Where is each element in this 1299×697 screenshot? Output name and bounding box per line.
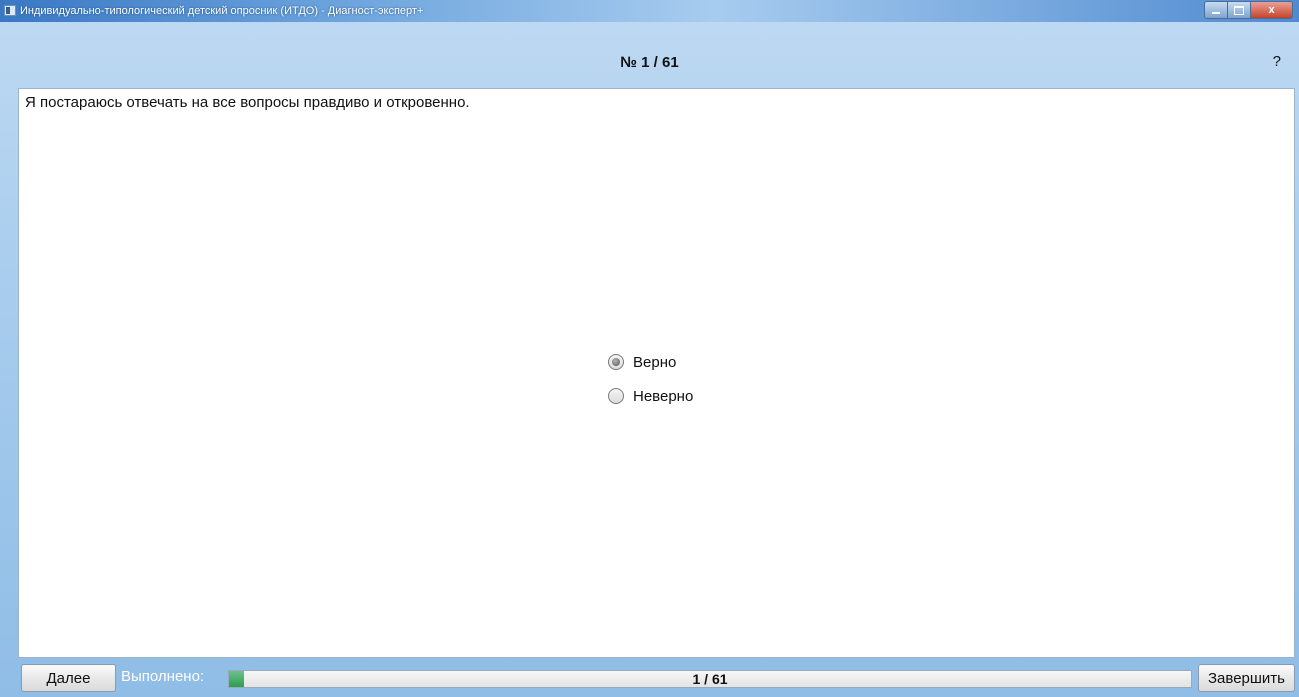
close-button[interactable]: x [1251,1,1293,19]
question-number: № 1 / 61 [620,54,679,71]
finish-button[interactable]: Завершить [1198,664,1295,692]
close-icon: x [1268,4,1275,16]
option-true[interactable]: Верно [608,345,693,379]
app-window-icon[interactable] [4,5,16,16]
window-controls: x [1204,1,1293,19]
done-label: Выполнено: [121,668,205,685]
question-text: Я постараюсь отвечать на все вопросы пра… [25,94,470,111]
option-false[interactable]: Неверно [608,379,693,413]
radio-false[interactable] [608,388,624,404]
window-title: Индивидуально-типологический детский опр… [20,5,424,17]
option-false-label[interactable]: Неверно [633,388,693,405]
title-bar[interactable]: Индивидуально-типологический детский опр… [0,0,1299,22]
minimize-icon [1212,12,1220,14]
radio-true[interactable] [608,354,624,370]
option-true-label[interactable]: Верно [633,354,676,371]
progress-text: 1 / 61 [692,671,728,687]
maximize-button[interactable] [1228,1,1251,19]
minimize-button[interactable] [1204,1,1228,19]
answer-options: Верно Неверно [608,345,693,413]
help-button[interactable]: ? [1273,53,1281,70]
progress-bar: 1 / 61 [228,670,1192,688]
maximize-icon [1234,5,1244,15]
next-button[interactable]: Далее [21,664,116,692]
question-panel: Я постараюсь отвечать на все вопросы пра… [18,88,1295,658]
